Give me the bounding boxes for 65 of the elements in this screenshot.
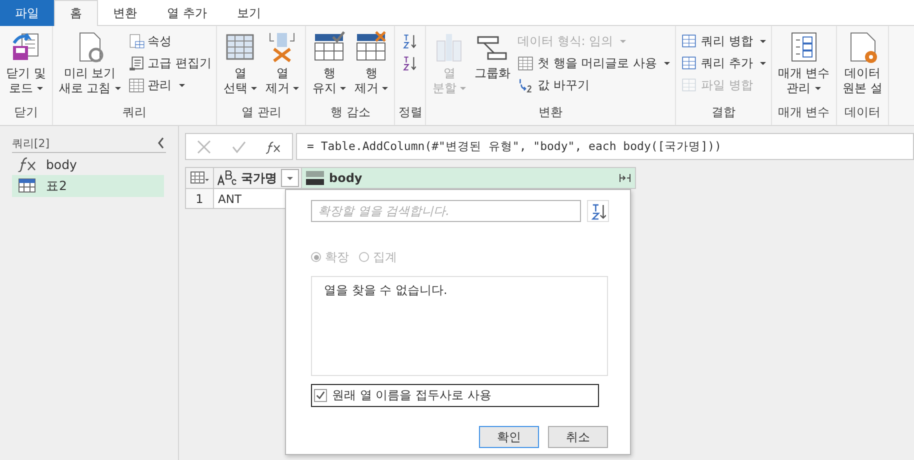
table-cell: ANT <box>214 189 288 209</box>
group-label: 닫기 <box>14 104 38 121</box>
sort-button[interactable] <box>587 200 609 222</box>
table-icon <box>128 76 145 94</box>
ribbon-button[interactable]: 첫 행을 머리글로 사용 <box>515 53 672 73</box>
query-item[interactable]: body <box>12 153 164 175</box>
ribbon-tab[interactable]: 보기 <box>222 0 276 26</box>
text-type-icon <box>217 170 237 186</box>
query-item[interactable]: 표2 <box>12 175 164 197</box>
ribbon-button[interactable]: 매개 변수 관리 <box>774 29 833 98</box>
filter-button[interactable] <box>281 169 299 187</box>
ribbon-button[interactable]: 속성 <box>126 31 214 51</box>
ribbon-tab[interactable]: 파일 <box>0 0 54 26</box>
group-label: 행 감소 <box>330 104 370 121</box>
group-label: 데이터 <box>844 104 880 121</box>
function-icon <box>18 156 38 172</box>
ribbon-button[interactable]: 관리 <box>126 75 214 95</box>
column-header[interactable]: body <box>302 167 636 189</box>
ribbon-button[interactable]: 데이터 원본 설 <box>840 29 886 98</box>
group-label: 변환 <box>538 104 563 121</box>
sort-ascending-icon <box>402 32 419 50</box>
ribbon-button[interactable]: 값 바꾸기 <box>515 75 672 95</box>
sort-descending-icon <box>402 54 419 72</box>
collapse-icon[interactable] <box>156 136 166 150</box>
ribbon-button[interactable]: 행 유지 <box>309 29 350 98</box>
group-label: 정렬 <box>398 104 422 121</box>
ribbon-button[interactable]: 고급 편집기 <box>126 53 214 73</box>
check-icon <box>315 390 326 401</box>
formula-field[interactable]: = Table.AddColumn(#"변경된 유형", "body", each body([국가명])) <box>296 133 914 160</box>
cancel-button[interactable]: 취소 <box>548 426 608 448</box>
scroll-icon <box>128 54 145 72</box>
ribbon-tab[interactable]: 홈 <box>54 0 98 26</box>
table-icon <box>190 171 210 185</box>
check-icon[interactable] <box>230 138 247 154</box>
search-field[interactable]: 확장할 열을 검색합니다. <box>311 200 581 222</box>
table-icon <box>18 178 38 194</box>
ok-button[interactable]: 확인 <box>479 426 539 448</box>
sort-ascending-icon <box>590 202 606 220</box>
check-table-icon <box>313 31 346 63</box>
any-type-icon <box>305 170 325 186</box>
ribbon-button[interactable]: 그룹화 <box>471 29 514 83</box>
column-header[interactable]: 국가명 <box>214 167 302 189</box>
group-label: 매개 변수 <box>778 104 830 121</box>
ribbon-button[interactable]: 쿼리 추가 <box>678 53 768 73</box>
ribbon-button[interactable]: 행 제거 <box>351 29 392 98</box>
ribbon-button[interactable]: 쿼리 병합 <box>678 31 768 51</box>
queries-title: 쿼리[2] <box>12 136 50 150</box>
row-number: 1 <box>185 189 214 209</box>
empty-message: 열을 찾을 수 없습니다. <box>324 283 448 297</box>
properties-icon <box>128 32 145 50</box>
group-label: 쿼리 <box>122 104 147 121</box>
ribbon-button[interactable]: 열 선택 <box>220 29 260 98</box>
table-menu-button[interactable] <box>185 167 214 189</box>
replace-icon <box>517 76 534 94</box>
ribbon-tab[interactable]: 변환 <box>98 0 152 26</box>
cross-table-icon <box>355 31 388 63</box>
table-icon <box>517 54 534 72</box>
group-label: 열 관리 <box>242 104 282 121</box>
ribbon-button[interactable]: 닫기 및 로드 <box>3 29 49 98</box>
expand-icon[interactable] <box>617 171 633 185</box>
ribbon-tab[interactable]: 열 추가 <box>152 0 222 26</box>
ribbon-button[interactable]: 열 제거 <box>262 29 302 98</box>
prefix-checkbox[interactable]: 원래 열 이름을 접두사로 사용 <box>311 384 599 407</box>
group-label: 결합 <box>711 104 736 121</box>
ribbon-button[interactable]: 미리 보기 새로 고침 <box>56 29 124 98</box>
